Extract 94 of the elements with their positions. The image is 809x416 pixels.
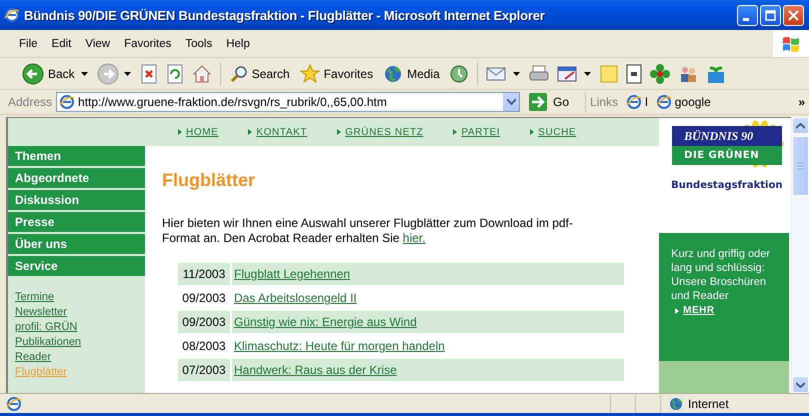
- sidebar-link[interactable]: Publikationen: [15, 335, 82, 350]
- back-button[interactable]: Back: [18, 60, 79, 86]
- forward-icon[interactable]: [96, 62, 119, 84]
- menu-item[interactable]: Tools: [178, 38, 220, 50]
- logo-text: BÜNDNIS 90: [672, 126, 782, 146]
- sidebar-item[interactable]: Presse: [8, 212, 145, 232]
- flyer-link[interactable]: Flugblatt Legehennen: [234, 267, 350, 281]
- date-cell-text: 08/2003: [181, 338, 227, 355]
- globe-icon: [669, 396, 683, 410]
- date-cell: 07/2003: [178, 359, 230, 381]
- arrow-icon: [337, 129, 342, 135]
- sidebar-link[interactable]: Reader: [15, 350, 52, 365]
- close-icon: [787, 8, 800, 22]
- date-cell-text: 09/2003: [181, 290, 227, 307]
- arrow-icon: [248, 129, 252, 135]
- flyer-link[interactable]: Handwerk: Raus aus der Krise: [234, 363, 397, 377]
- scrollbar[interactable]: [791, 117, 809, 393]
- close-button[interactable]: [783, 4, 804, 26]
- chevron-down-icon: [506, 99, 516, 105]
- refresh-icon[interactable]: [166, 64, 184, 84]
- maximize-icon: [764, 8, 777, 22]
- sidebar-link[interactable]: Newsletter: [15, 305, 67, 320]
- favorites-button[interactable]: Favorites: [296, 60, 378, 86]
- chevron-up-icon: [796, 122, 805, 128]
- logo-subtitle: Bundestagsfraktion: [671, 180, 782, 191]
- caret-icon[interactable]: [512, 72, 520, 76]
- chevron-down-icon: [796, 382, 805, 388]
- globe-icon: [383, 64, 404, 84]
- media-button[interactable]: Media: [379, 60, 444, 86]
- caret-icon[interactable]: [584, 72, 591, 76]
- date-cell: 11/2003: [178, 263, 230, 285]
- minimize-icon: [742, 18, 748, 20]
- dropdown-button[interactable]: [503, 93, 520, 111]
- scroll-down-button[interactable]: [792, 376, 809, 393]
- address-field[interactable]: http://www.gruene-fraktion.de/rsvgn/rs_rubrik/0,,65,00.htm: [56, 92, 520, 112]
- nav-link[interactable]: KONTAKT: [256, 126, 308, 138]
- flyer-link[interactable]: Günstig wie nix: Energie aus Wind: [234, 315, 417, 329]
- menu-item[interactable]: Edit: [44, 38, 78, 50]
- nav-link[interactable]: SUCHE: [538, 126, 576, 138]
- arrow-icon: [178, 129, 182, 135]
- date-cell: 09/2003: [178, 311, 230, 333]
- menu-item[interactable]: Help: [219, 38, 257, 50]
- go-button[interactable]: Go: [528, 92, 586, 112]
- sidebar-link[interactable]: Termine: [15, 290, 54, 305]
- arrow-icon: [675, 308, 680, 314]
- logo-text: DIE GRÜNEN: [672, 146, 782, 165]
- flyer-link[interactable]: Das Arbeitslosengeld II: [234, 291, 357, 305]
- caret-icon[interactable]: [80, 72, 88, 76]
- zone-status: Internet: [669, 396, 809, 410]
- history-icon[interactable]: [448, 64, 469, 84]
- window-title: Bündnis 90/DIE GRÜNEN Bundestagsfraktion - Flugblätter - Microsoft Internet Explorer: [24, 8, 546, 22]
- nav-link[interactable]: PARTEI: [461, 126, 500, 138]
- link-button[interactable]: google: [656, 94, 711, 110]
- intro-text: Hier bieten wir Ihnen eine Auswahl unserer Flugblätter zum Download im pdf-Format an. Den Acrobat Reader erhalten Sie hier.: [162, 216, 574, 246]
- printer-icon[interactable]: [528, 64, 549, 84]
- arrow-icon: [453, 129, 458, 135]
- scroll-up-button[interactable]: [792, 117, 809, 134]
- page-heading: Flugblätter: [162, 170, 256, 192]
- edit-icon[interactable]: [556, 64, 579, 82]
- home-icon[interactable]: [192, 64, 212, 84]
- address-label: Address: [8, 95, 52, 109]
- caret-icon[interactable]: [124, 72, 131, 76]
- sidebar-item[interactable]: Themen: [8, 146, 145, 166]
- menu-item[interactable]: View: [78, 38, 118, 50]
- search-icon: [230, 64, 248, 82]
- sidebar-item[interactable]: Über uns: [8, 234, 145, 254]
- maximize-button[interactable]: [760, 4, 781, 26]
- nav-link[interactable]: HOME: [186, 126, 218, 138]
- gift-icon[interactable]: [706, 64, 726, 84]
- app-icon: [4, 7, 20, 23]
- links-label: Links: [590, 95, 618, 109]
- grip-icon: [797, 162, 804, 170]
- back-icon: [22, 62, 44, 84]
- search-button[interactable]: Search: [226, 60, 294, 86]
- mail-icon[interactable]: [486, 64, 508, 82]
- arrow-icon: [530, 129, 534, 135]
- stop-icon[interactable]: [140, 64, 158, 84]
- star-icon: [300, 64, 320, 84]
- menu-item[interactable]: File: [12, 38, 45, 50]
- more-button[interactable]: »: [798, 95, 809, 109]
- menu-item[interactable]: Favorites: [117, 38, 178, 50]
- minimize-button[interactable]: [737, 4, 758, 26]
- scroll-thumb[interactable]: [792, 136, 809, 196]
- sidebar-item[interactable]: Diskussion: [8, 190, 145, 210]
- more-link[interactable]: MEHR: [683, 305, 715, 316]
- sidebar-link[interactable]: profil: GRÜN: [15, 320, 78, 335]
- promo-text: Kurz und griffig oder lang und schlüssig: Unsere Broschüren und Reader: [671, 247, 772, 303]
- sidebar-item[interactable]: Abgeordnete: [8, 168, 145, 188]
- flower-icon[interactable]: [650, 64, 670, 84]
- sidebar-item[interactable]: Service: [8, 256, 145, 276]
- link-button[interactable]: l: [626, 94, 648, 110]
- text-link[interactable]: hier.: [402, 231, 426, 245]
- flyer-link[interactable]: Klimaschutz: Heute für morgen handeln: [234, 339, 445, 353]
- nav-link[interactable]: GRÜNES NETZ: [345, 126, 424, 138]
